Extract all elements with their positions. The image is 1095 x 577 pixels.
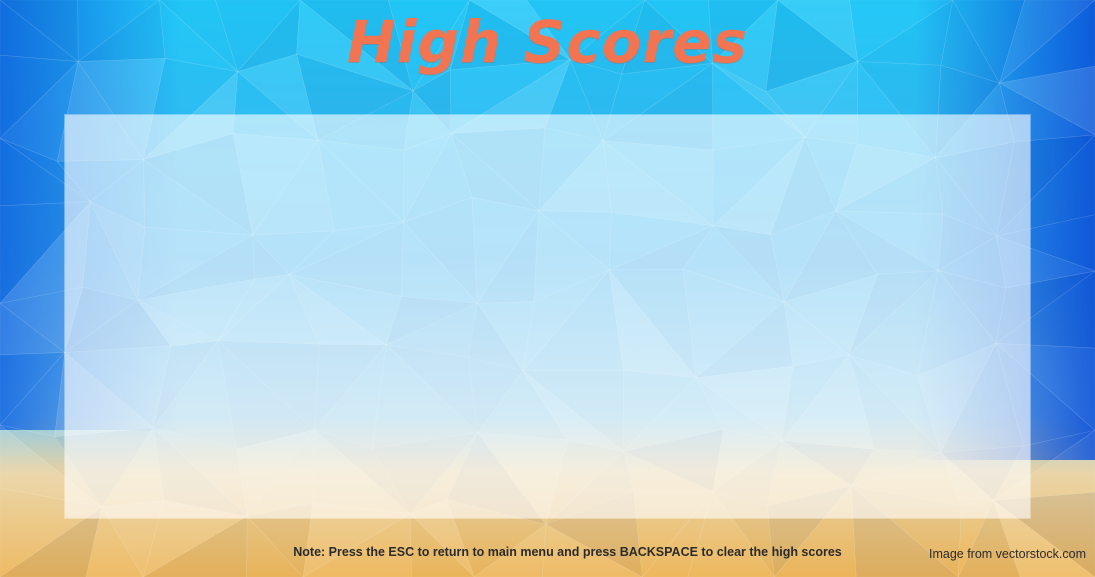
image-credit: Image from vectorstock.com bbox=[929, 547, 1086, 561]
instructions-note: Note: Press the ESC to return to main me… bbox=[293, 545, 842, 559]
high-scores-panel bbox=[65, 115, 1030, 518]
page-title: High Scores bbox=[347, 8, 748, 76]
